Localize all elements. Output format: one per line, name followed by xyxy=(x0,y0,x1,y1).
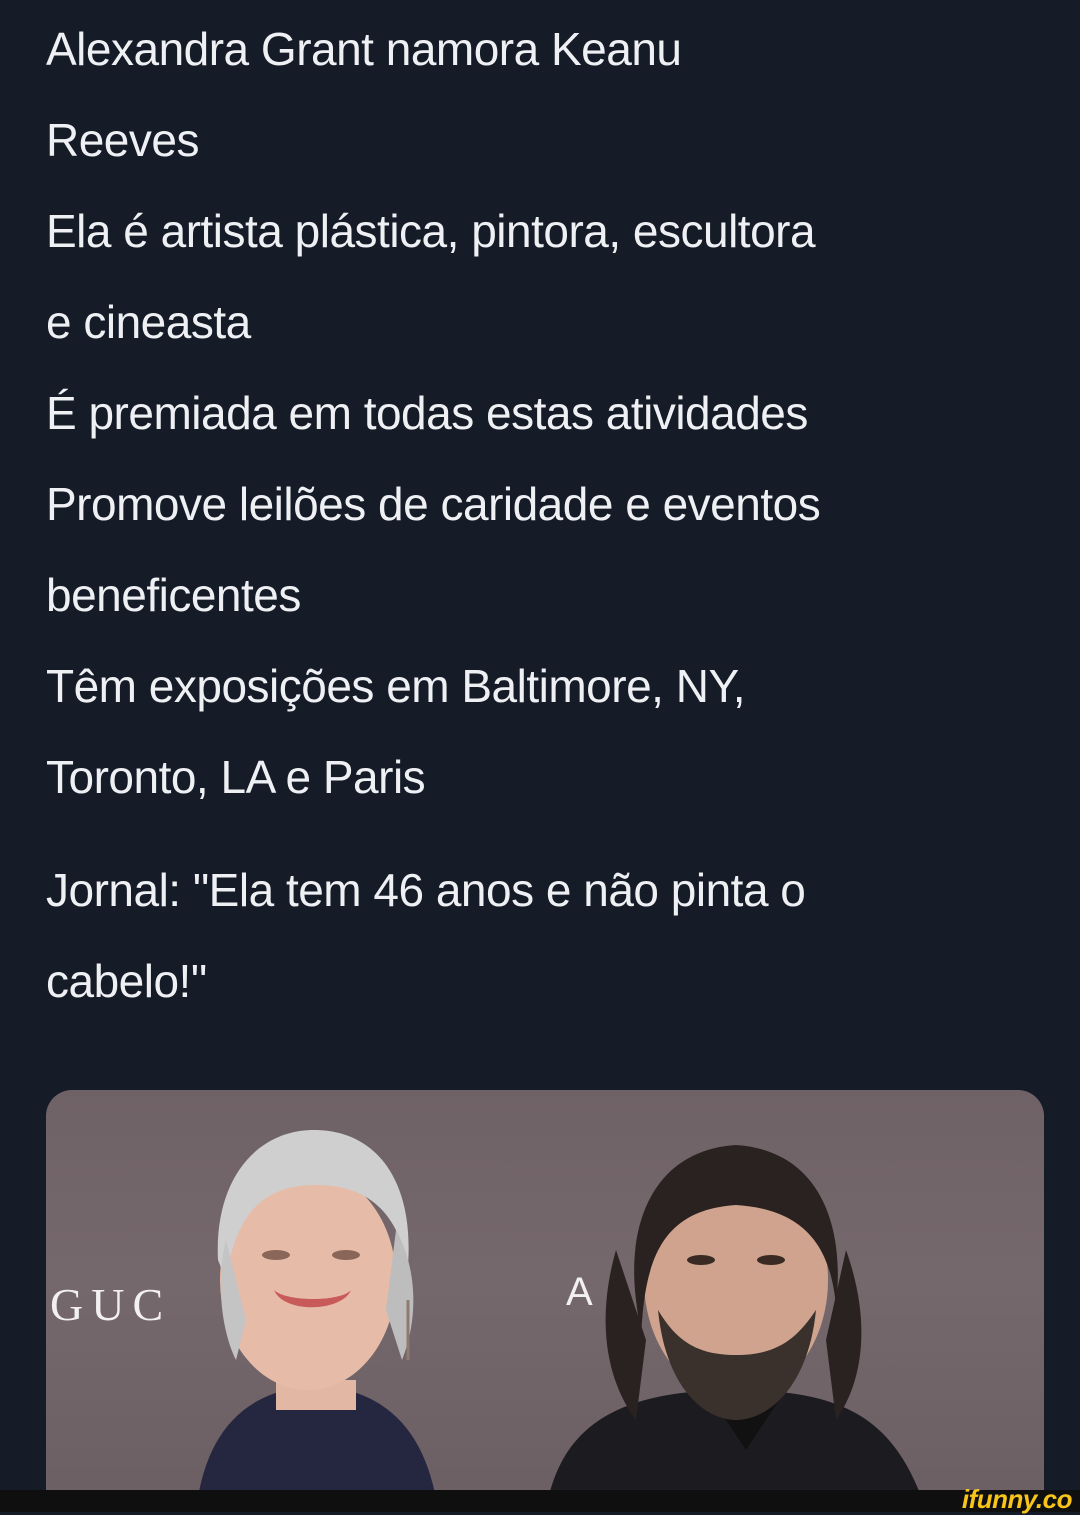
backdrop-logo-text: GUC xyxy=(50,1279,172,1330)
post-line: Alexandra Grant namora Keanu xyxy=(46,23,682,75)
punchline-line: Jornal: "Ela tem 46 anos e não pinta o xyxy=(46,864,806,916)
ifunny-watermark: ifunny.co xyxy=(961,1484,1073,1514)
post-line: e cineasta xyxy=(46,296,251,348)
attached-photo[interactable]: GUC A xyxy=(46,1090,1044,1510)
post-line: Promove leilões de caridade e eventos xyxy=(46,478,821,530)
woman-figure xyxy=(196,1130,438,1510)
post-line: Têm exposições em Baltimore, NY, xyxy=(46,660,745,712)
post-text: Alexandra Grant namora Keanu Reeves Ela … xyxy=(46,4,1056,1027)
post-line: Toronto, LA e Paris xyxy=(46,751,426,803)
punchline-line: cabelo!" xyxy=(46,955,207,1007)
post-line: beneficentes xyxy=(46,569,301,621)
post-line: Ela é artista plástica, pintora, esculto… xyxy=(46,205,816,257)
bottom-bar xyxy=(0,1490,1080,1512)
backdrop-letter: A xyxy=(566,1270,593,1314)
post-line: Reeves xyxy=(46,114,199,166)
man-figure xyxy=(546,1145,926,1510)
post-line: É premiada em todas estas atividades xyxy=(46,387,808,439)
photo-illustration xyxy=(196,1130,926,1510)
